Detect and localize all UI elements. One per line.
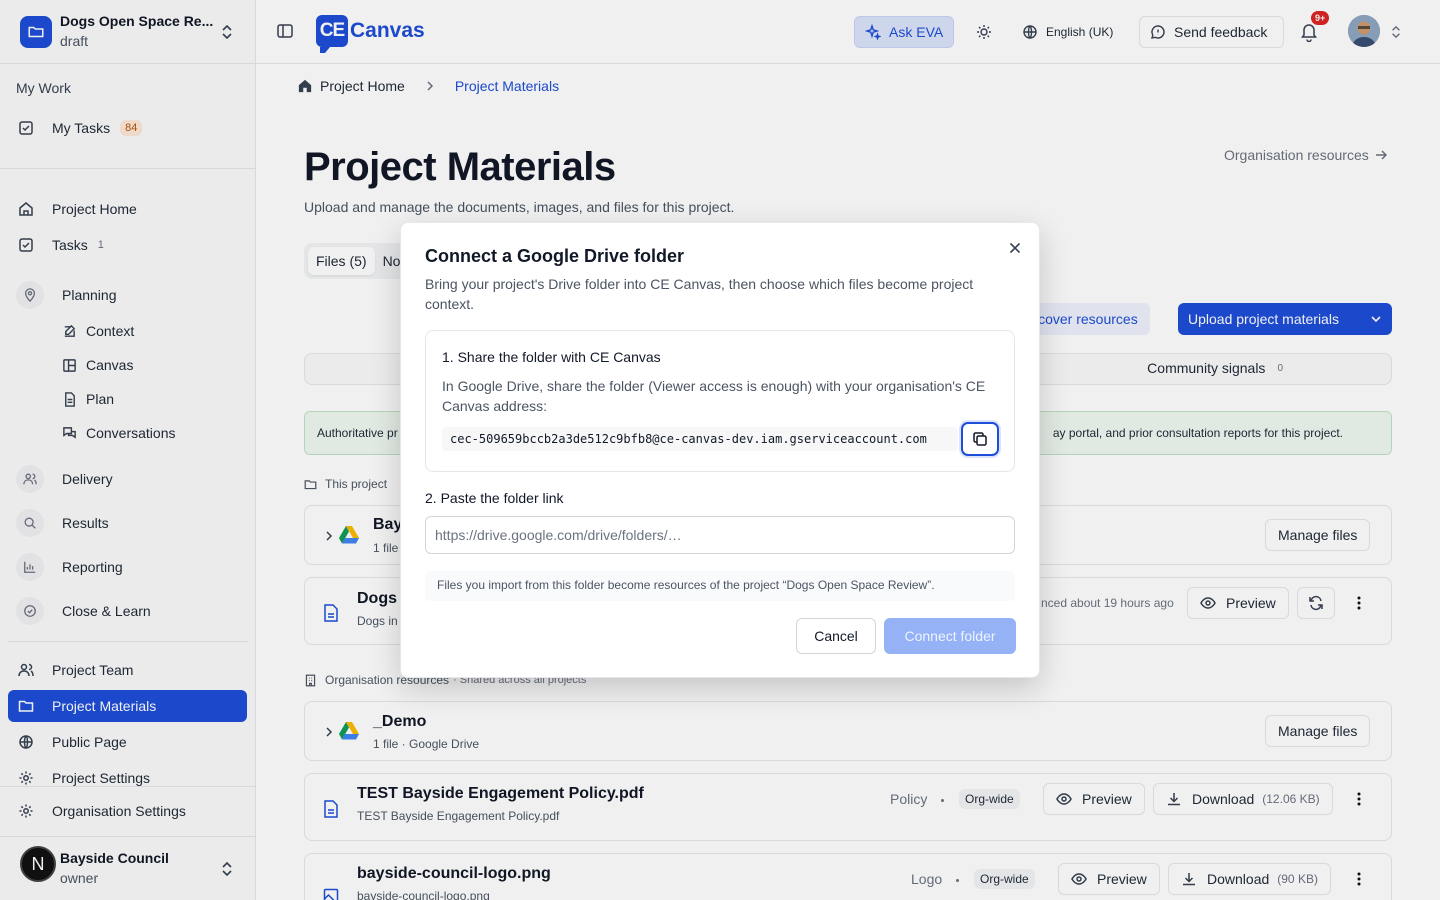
step2-title: 2. Paste the folder link	[425, 490, 564, 506]
copy-icon	[972, 431, 988, 447]
step1-title: 1. Share the folder with CE Canvas	[442, 349, 661, 365]
copy-email-button[interactable]	[961, 422, 999, 456]
dialog-title: Connect a Google Drive folder	[425, 246, 685, 266]
cancel-button[interactable]: Cancel	[796, 618, 876, 654]
import-note: Files you import from this folder become…	[425, 571, 1015, 601]
share-step-card: 1. Share the folder with CE Canvas In Go…	[425, 330, 1015, 472]
dialog-description: Bring your project's Drive folder into C…	[425, 276, 974, 312]
connect-folder-button[interactable]: Connect folder	[884, 618, 1016, 654]
connect-drive-dialog: Connect a Google Drive folder Bring your…	[400, 222, 1040, 678]
close-icon[interactable]	[1007, 240, 1023, 256]
service-account-email[interactable]: cec-509659bccb2a3de512c9bfb8@ce-canvas-d…	[442, 427, 958, 451]
folder-link-input[interactable]	[425, 516, 1015, 554]
step1-description: In Google Drive, share the folder (Viewe…	[442, 378, 986, 414]
